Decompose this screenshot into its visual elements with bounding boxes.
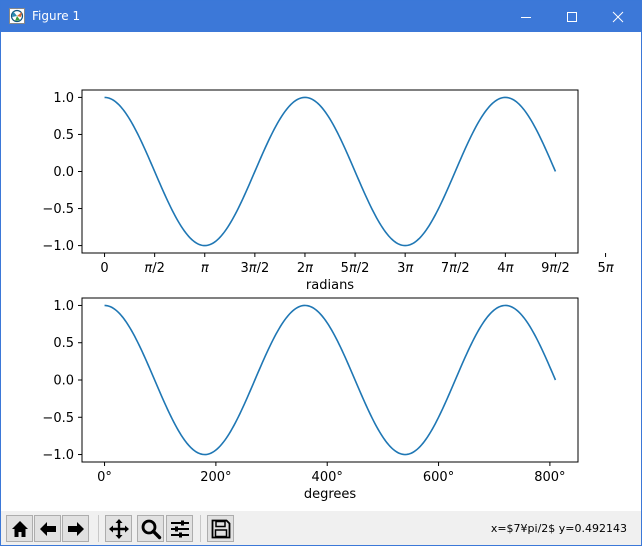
- home-button[interactable]: [6, 515, 33, 542]
- subplot-1[interactable]: 1.0 0.5 0.0 −0.5 −1.0 0 π/2 π 3π/2 2π 5π/2 3π 7π/2 4π…: [42, 89, 614, 293]
- cursor-coordinates-readout: x=$7¥pi/2$ y=0.492143: [490, 522, 627, 535]
- x-tick-label: 600°: [423, 470, 454, 485]
- toolbar-separator: [98, 515, 99, 542]
- axes-frame: [81, 89, 579, 254]
- y-tick-label: −0.5: [42, 202, 74, 217]
- pan-button[interactable]: [105, 515, 132, 542]
- x-tick-label: 200°: [200, 470, 231, 485]
- matplotlib-app-icon: [9, 8, 25, 24]
- close-button[interactable]: [595, 1, 641, 32]
- y-tick-label: 0.5: [53, 336, 74, 351]
- figure-window: Figure 1 1.0 0.5 0.0 −0.5 −1.0 0 π/2 π 3π/2 2π 5π/…: [0, 0, 642, 546]
- x-tick-label: 4π: [497, 261, 513, 276]
- x-tick-label: 9π/2: [541, 261, 570, 276]
- x-tick-label: 0°: [97, 470, 112, 485]
- y-tick-label: 0.0: [53, 165, 74, 180]
- x-tick-label: 0: [100, 261, 108, 276]
- navigation-toolbar: x=$7¥pi/2$ y=0.492143: [1, 511, 641, 545]
- x-tick-label: π: [201, 261, 209, 276]
- plot-area[interactable]: 1.0 0.5 0.0 −0.5 −1.0 0 π/2 π 3π/2 2π 5π/2 3π 7π/2 4π…: [1, 32, 641, 511]
- save-button[interactable]: [207, 515, 234, 542]
- x-tick-label: 400°: [312, 470, 343, 485]
- minimize-button[interactable]: [503, 1, 549, 32]
- window-title: Figure 1: [32, 9, 81, 23]
- x-tick-label: π/2: [144, 261, 164, 276]
- figure-canvas[interactable]: 1.0 0.5 0.0 −0.5 −1.0 0 π/2 π 3π/2 2π 5π/2 3π 7π/2 4π…: [1, 32, 641, 511]
- x-tick-label: 800°: [534, 470, 565, 485]
- y-tick-label: −1.0: [42, 239, 74, 254]
- back-arrow-icon: [40, 522, 56, 536]
- pan-move-icon: [109, 519, 129, 539]
- zoom-magnifier-icon: [141, 519, 162, 540]
- configure-subplots-button[interactable]: [166, 515, 193, 542]
- cosine-series-line: [104, 304, 557, 456]
- y-tick-label: 0.5: [53, 128, 74, 143]
- forward-arrow-icon: [68, 522, 84, 536]
- close-icon: [612, 11, 624, 23]
- back-button[interactable]: [34, 515, 61, 542]
- maximize-icon: [567, 12, 577, 22]
- minimize-icon: [521, 17, 531, 18]
- x-axis-label: radians: [306, 278, 354, 293]
- x-axis-label: degrees: [304, 487, 357, 502]
- y-tick-label: −1.0: [42, 448, 74, 463]
- cosine-series-line: [104, 96, 557, 247]
- x-tick-label: 2π: [297, 261, 313, 276]
- x-tick-label: 5π: [598, 261, 614, 276]
- save-floppy-icon: [211, 519, 231, 539]
- y-tick-label: 1.0: [53, 299, 74, 314]
- y-tick-label: 1.0: [53, 91, 74, 106]
- maximize-button[interactable]: [549, 1, 595, 32]
- zoom-button[interactable]: [137, 515, 164, 542]
- subplot-2[interactable]: 1.0 0.5 0.0 −0.5 −1.0 0° 200° 400° 600° 800° degre…: [42, 297, 579, 502]
- axes-frame: [81, 297, 579, 463]
- x-tick-label: 7π/2: [441, 261, 470, 276]
- toolbar-separator: [200, 515, 201, 542]
- y-tick-label: 0.0: [53, 374, 74, 389]
- forward-button[interactable]: [62, 515, 89, 542]
- x-tick-label: 5π/2: [341, 261, 370, 276]
- title-bar[interactable]: Figure 1: [1, 1, 641, 32]
- y-tick-label: −0.5: [42, 411, 74, 426]
- x-tick-label: 3π: [397, 261, 413, 276]
- x-tick-label: 3π/2: [240, 261, 269, 276]
- home-icon: [12, 521, 28, 537]
- configure-subplots-icon: [171, 520, 189, 538]
